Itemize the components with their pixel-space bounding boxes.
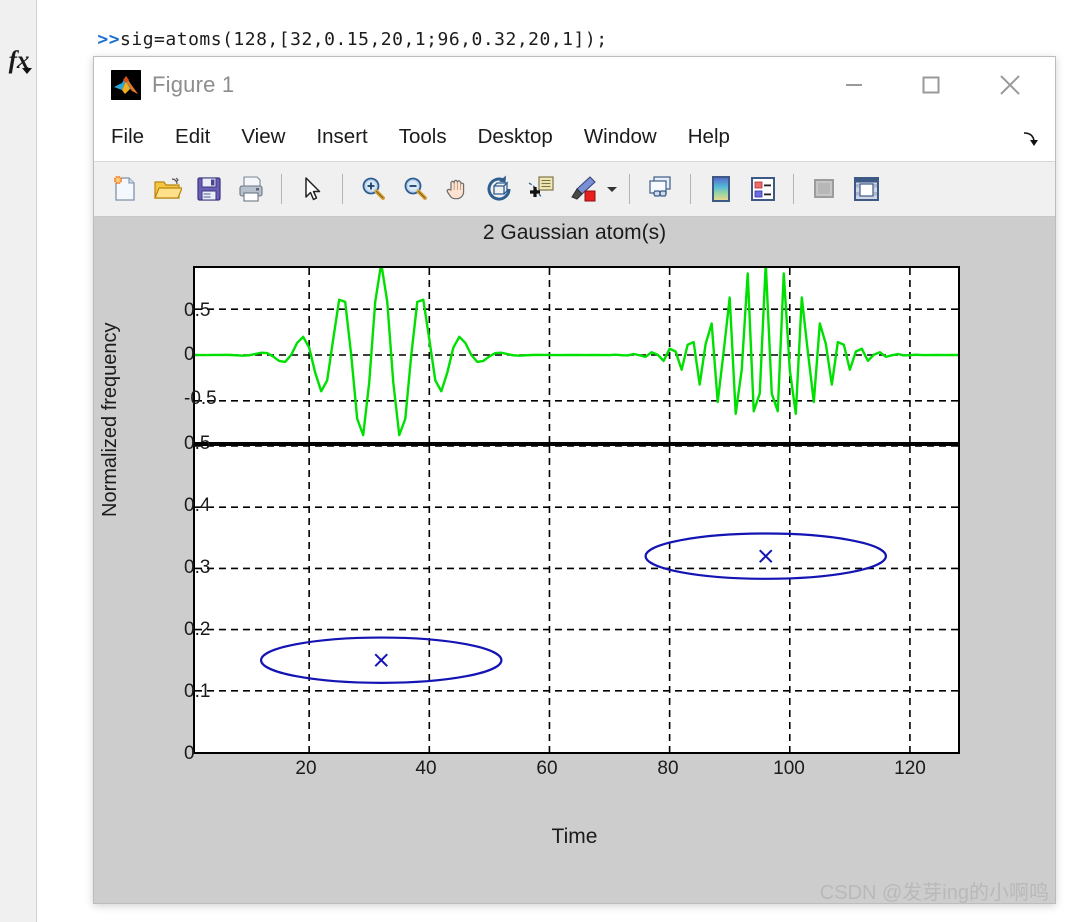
open-file-icon[interactable] (146, 168, 188, 210)
menu-item-tools[interactable]: Tools (399, 113, 447, 161)
colormap-icon[interactable] (700, 168, 742, 210)
figure-title-bar[interactable]: Figure 1 (94, 57, 1055, 113)
figure-window[interactable]: Figure 1 File Edit View Insert Tools Des… (93, 56, 1056, 904)
zoom-in-icon[interactable] (352, 168, 394, 210)
link-data-icon[interactable] (639, 168, 681, 210)
toolbar-separator (281, 174, 282, 204)
dock-arrow-icon[interactable] (1021, 129, 1041, 149)
pointer-icon[interactable] (291, 168, 333, 210)
signal-axes[interactable] (193, 266, 960, 444)
tfr-axes[interactable] (193, 444, 960, 754)
figure-toolbar[interactable] (94, 162, 1055, 217)
signal-ytick-1: 0 (184, 344, 195, 365)
menu-item-window[interactable]: Window (584, 113, 657, 161)
tfr-xtick-40: 40 (415, 758, 437, 779)
print-figure-icon[interactable] (230, 168, 272, 210)
tfr-xtick-20: 20 (295, 758, 317, 779)
menu-item-insert[interactable]: Insert (316, 113, 367, 161)
plot-title: 2 Gaussian atom(s) (482, 221, 667, 244)
tfr-ytick-0.2: 0.2 (184, 619, 211, 640)
tfr-ytick-0.3: 0.3 (184, 557, 211, 578)
toolbar-separator (690, 174, 691, 204)
plot-browser-icon[interactable] (742, 168, 784, 210)
figure-palette-icon[interactable] (803, 168, 845, 210)
new-figure-icon[interactable] (104, 168, 146, 210)
toolbar-separator (793, 174, 794, 204)
tfr-ytick-0.1: 0.1 (184, 681, 211, 702)
tfr-plot-svg (195, 446, 958, 752)
brush-icon[interactable] (562, 168, 604, 210)
rotate-3d-icon[interactable] (478, 168, 520, 210)
toolbar-separator (342, 174, 343, 204)
menu-item-help[interactable]: Help (688, 113, 730, 161)
pan-hand-icon[interactable] (436, 168, 478, 210)
tfr-ylabel: Normalized frequency (99, 322, 121, 517)
csdn-watermark: CSDN @发芽ing的小啊鸣 (819, 882, 1049, 903)
tfr-xtick-100: 100 (773, 758, 805, 779)
figure-menu-bar[interactable]: File Edit View Insert Tools Desktop Wind… (94, 113, 1055, 162)
fx-icon[interactable]: fx (4, 44, 34, 80)
zoom-out-icon[interactable] (394, 168, 436, 210)
signal-ytick-0: 0.5 (184, 300, 211, 321)
close-button[interactable] (979, 57, 1041, 113)
figure-canvas[interactable]: 2 Gaussian atom(s) 0.5 0 -0.5 20 40 60 8… (94, 217, 1055, 903)
tfr-xtick-60: 60 (536, 758, 558, 779)
fx-dropdown-caret-icon[interactable] (22, 68, 32, 74)
command-window-gutter (0, 0, 37, 922)
brush-dropdown-caret-icon[interactable] (604, 168, 620, 210)
menu-item-edit[interactable]: Edit (175, 113, 210, 161)
menu-item-file[interactable]: File (111, 113, 144, 161)
window-title: Figure 1 (152, 72, 235, 97)
data-cursor-icon[interactable] (520, 168, 562, 210)
matlab-membrane-icon (111, 70, 141, 100)
tfr-ytick-0.5: 0.5 (184, 433, 211, 454)
menu-item-view[interactable]: View (241, 113, 285, 161)
minimize-button[interactable] (823, 57, 885, 113)
signal-plot-svg (195, 268, 958, 442)
tfr-ytick-0: 0 (184, 743, 195, 764)
save-figure-icon[interactable] (188, 168, 230, 210)
maximize-button[interactable] (900, 57, 962, 113)
toolbar-separator (629, 174, 630, 204)
tfr-xlabel: Time (551, 825, 598, 848)
tfr-xtick-120: 120 (894, 758, 926, 779)
signal-ytick-2: -0.5 (184, 388, 217, 409)
menu-item-desktop[interactable]: Desktop (478, 113, 553, 161)
command-text: sig=atoms(128,[32,0.15,20,1;96,0.32,20,1… (120, 29, 608, 50)
tfr-xtick-80: 80 (657, 758, 679, 779)
property-editor-icon[interactable] (845, 168, 887, 210)
tfr-ytick-0.4: 0.4 (184, 495, 211, 516)
